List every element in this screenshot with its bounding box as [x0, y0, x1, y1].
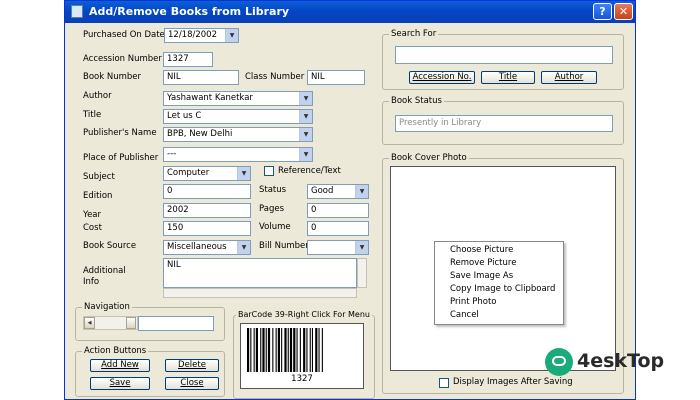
help-button[interactable]: ?	[593, 3, 612, 20]
menu-item-choose-picture[interactable]: Choose Picture	[450, 245, 513, 255]
chevron-down-icon[interactable]: ▼	[237, 241, 250, 254]
year-label: Year	[83, 210, 101, 220]
book-source-label: Book Source	[83, 241, 137, 251]
window-title: Add/Remove Books from Library	[89, 5, 290, 18]
navigation-field[interactable]	[138, 316, 214, 331]
chevron-down-icon[interactable]: ▼	[225, 29, 238, 42]
scroll-thumb[interactable]	[126, 317, 136, 329]
display-images-label: Display Images After Saving	[453, 377, 573, 387]
accession-number-label: Accession Number	[83, 54, 162, 64]
book-number-label: Book Number	[83, 72, 142, 82]
place-of-publisher-value: ---	[167, 149, 177, 159]
publishers-name-value: BPB, New Delhi	[167, 129, 233, 139]
book-source-combo[interactable]: Miscellaneous ▼	[163, 240, 251, 255]
book-cover-group-title: Book Cover Photo	[389, 153, 469, 163]
place-of-publisher-label: Place of Publisher	[83, 153, 159, 163]
book-source-value: Miscellaneous	[167, 242, 227, 252]
desktop-watermark: 4eskTop	[545, 348, 700, 378]
delete-button[interactable]: Delete	[165, 359, 219, 372]
barcode-panel[interactable]: 1327	[240, 323, 364, 389]
purchased-on-date-value: 12/18/2002	[168, 30, 217, 40]
bill-number-combo[interactable]: ▼	[307, 240, 369, 255]
display-images-checkbox[interactable]	[439, 378, 449, 388]
bill-number-label: Bill Number	[259, 241, 309, 251]
publishers-name-combo[interactable]: BPB, New Delhi ▼	[163, 127, 313, 142]
status-label: Status	[259, 185, 287, 195]
additional-info-scrollbar[interactable]	[357, 258, 367, 288]
add-new-button[interactable]: Add New	[90, 359, 150, 372]
accession-number-field[interactable]: 1327	[163, 52, 213, 67]
scroll-left-icon[interactable]: ◀	[84, 317, 95, 329]
title-bar[interactable]: Add/Remove Books from Library ? ✕	[65, 1, 635, 23]
additional-info-hscrollbar[interactable]	[163, 288, 357, 298]
menu-item-print-photo[interactable]: Print Photo	[450, 297, 497, 307]
chevron-down-icon[interactable]: ▼	[299, 110, 312, 123]
cost-label: Cost	[83, 223, 102, 233]
additional-info-label-2: Info	[83, 277, 100, 287]
reference-text-checkbox[interactable]	[264, 166, 274, 176]
book-status-field: Presently in Library	[395, 115, 613, 132]
navigation-group-title: Navigation	[82, 302, 132, 312]
search-title-button[interactable]: Title	[481, 71, 535, 84]
save-button[interactable]: Save	[90, 377, 150, 390]
purchased-on-date-picker[interactable]: 12/18/2002 ▼	[164, 28, 239, 43]
volume-label: Volume	[259, 222, 291, 232]
menu-item-copy-image[interactable]: Copy Image to Clipboard	[450, 284, 555, 294]
pages-label: Pages	[259, 204, 285, 214]
menu-item-remove-picture[interactable]: Remove Picture	[450, 258, 516, 268]
volume-field[interactable]: 0	[307, 221, 369, 236]
title-label: Title	[83, 110, 102, 120]
menu-item-save-image-as[interactable]: Save Image As	[450, 271, 513, 281]
search-accession-no-button[interactable]: Accession No.	[409, 71, 475, 84]
image-context-menu: Choose Picture Remove Picture Save Image…	[434, 241, 564, 325]
class-number-field[interactable]: NIL	[307, 70, 365, 85]
menu-item-cancel[interactable]: Cancel	[450, 310, 479, 320]
subject-value: Computer	[167, 168, 210, 178]
place-of-publisher-combo[interactable]: --- ▼	[163, 147, 313, 162]
publishers-name-label: Publisher's Name	[83, 128, 157, 138]
action-buttons-group: Action Buttons	[75, 346, 225, 397]
purchased-on-date-label: Purchased On Date	[83, 30, 165, 40]
chevron-down-icon[interactable]: ▼	[299, 92, 312, 105]
barcode-group-title: BarCode 39-Right Click For Menu	[236, 310, 372, 319]
author-combo[interactable]: Yashawant Kanetkar ▼	[163, 91, 313, 106]
edition-field[interactable]: 0	[163, 184, 251, 199]
book-number-field[interactable]: NIL	[163, 70, 239, 85]
edition-label: Edition	[83, 191, 113, 201]
chevron-down-icon[interactable]: ▼	[237, 167, 250, 180]
close-window-button[interactable]: ✕	[614, 3, 633, 20]
chevron-down-icon[interactable]: ▼	[355, 241, 368, 254]
chevron-down-icon[interactable]: ▼	[299, 128, 312, 141]
author-value: Yashawant Kanetkar	[167, 93, 253, 103]
status-value: Good	[311, 186, 334, 196]
additional-info-label: Additional	[83, 266, 126, 276]
author-label: Author	[83, 91, 112, 101]
year-field[interactable]: 2002	[163, 203, 251, 218]
search-group-title: Search For	[389, 29, 439, 39]
close-button[interactable]: Close	[165, 377, 219, 390]
barcode-image	[247, 328, 323, 372]
additional-info-textarea[interactable]: NIL	[163, 258, 357, 288]
add-remove-books-window: Add/Remove Books from Library ? ✕ Purcha…	[64, 0, 636, 400]
pages-field[interactable]: 0	[307, 203, 369, 218]
action-buttons-group-title: Action Buttons	[82, 346, 149, 356]
title-combo[interactable]: Let us C ▼	[163, 109, 313, 124]
watermark-logo-icon	[545, 348, 573, 376]
class-number-label: Class Number	[245, 72, 305, 82]
chevron-down-icon[interactable]: ▼	[299, 148, 312, 161]
status-combo[interactable]: Good ▼	[307, 184, 369, 199]
subject-combo[interactable]: Computer ▼	[163, 166, 251, 181]
chevron-down-icon[interactable]: ▼	[355, 185, 368, 198]
cost-field[interactable]: 150	[163, 221, 251, 236]
app-icon	[71, 5, 83, 18]
search-author-button[interactable]: Author	[541, 71, 597, 84]
search-input[interactable]	[395, 46, 613, 64]
navigation-scrollbar[interactable]: ◀	[83, 316, 138, 330]
title-value: Let us C	[167, 111, 202, 121]
book-status-group-title: Book Status	[389, 96, 444, 106]
barcode-number: 1327	[291, 374, 313, 384]
watermark-text: 4eskTop	[577, 350, 665, 372]
subject-label: Subject	[83, 172, 115, 182]
reference-text-label: Reference/Text	[278, 166, 341, 176]
